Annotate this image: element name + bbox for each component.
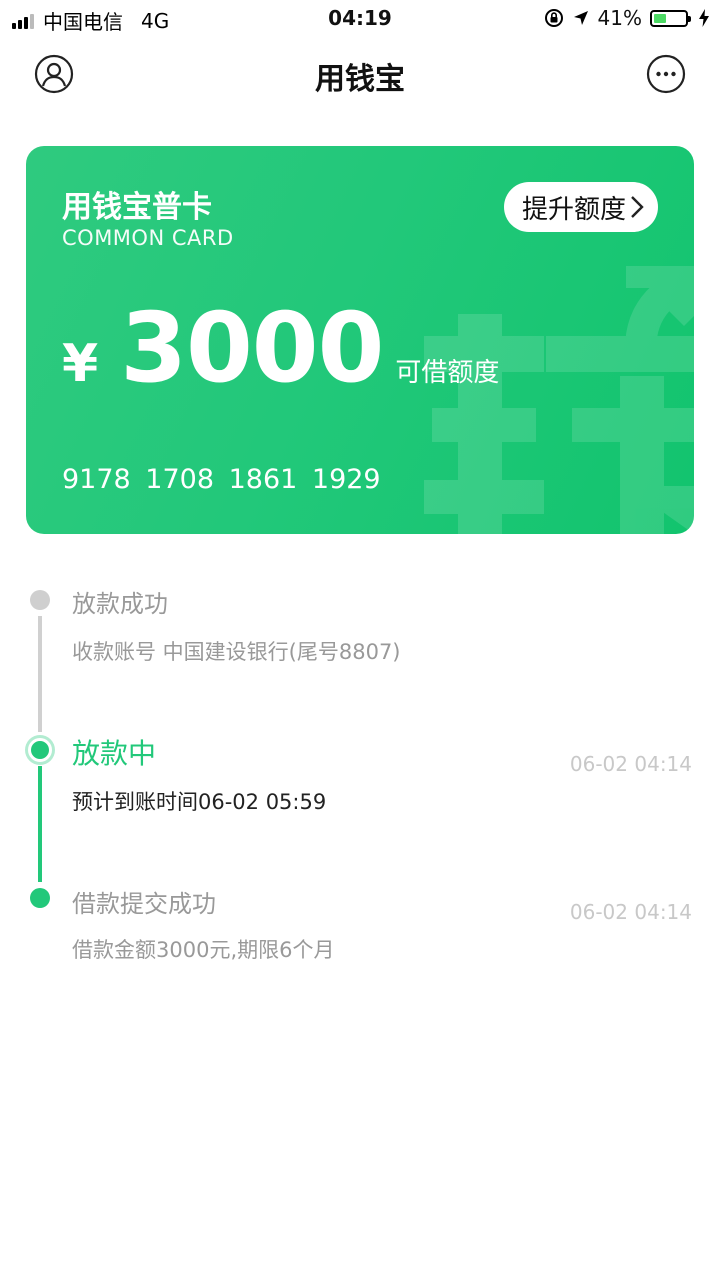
timeline-step-title: 放款成功	[72, 590, 168, 618]
battery-fill	[654, 13, 667, 23]
timeline-step-title: 放款中	[72, 737, 157, 770]
card-name: 用钱宝普卡	[62, 190, 212, 225]
timeline-connector	[38, 616, 42, 732]
battery-icon	[650, 9, 691, 27]
timeline-dot-icon	[30, 590, 50, 610]
timeline-current-dot-icon	[28, 738, 52, 762]
chevron-right-icon	[631, 196, 644, 218]
loan-status-timeline: 放款成功 收款账号 中国建设银行(尾号8807) 放款中 06-02 04:14…	[0, 570, 720, 990]
charging-bolt-icon	[699, 9, 709, 27]
page-title: 用钱宝	[315, 62, 405, 97]
timeline-connector	[38, 766, 42, 882]
nav-bar: 用钱宝	[0, 38, 720, 110]
card-subtitle: COMMON CARD	[62, 226, 234, 250]
battery-percent: 41%	[597, 6, 642, 30]
location-arrow-icon	[573, 11, 588, 25]
raise-limit-label: 提升额度	[521, 194, 626, 225]
orientation-lock-icon	[544, 9, 563, 27]
timeline-step-desc: 预计到账时间06-02 05:59	[72, 790, 327, 814]
credit-amount-row: ¥ 3000 可借额度	[62, 292, 499, 404]
timeline-step-desc: 收款账号 中国建设银行(尾号8807)	[72, 640, 401, 664]
timeline-step-time: 06-02 04:14	[569, 752, 692, 776]
status-bar: 中国电信 4G 04:19 41%	[0, 0, 720, 38]
more-options-button[interactable]	[646, 54, 686, 94]
raise-limit-button[interactable]: 提升额度	[503, 182, 658, 232]
timeline-step-time: 06-02 04:14	[569, 900, 692, 924]
credit-amount-label: 可借额度	[395, 358, 500, 388]
credit-amount: 3000	[120, 292, 384, 404]
timeline-dot-icon	[30, 888, 50, 908]
card-number: 9178 1708 1861 1929	[62, 464, 381, 495]
timeline-step-desc: 借款金额3000元,期限6个月	[72, 938, 335, 962]
more-options-icon	[646, 54, 686, 94]
credit-card: 用钱宝普卡 COMMON CARD 提升额度 ¥ 3000 可借额度 9178 …	[26, 146, 694, 534]
currency-symbol: ¥	[62, 334, 99, 394]
timeline-step-title: 借款提交成功	[72, 890, 216, 918]
status-right: 41%	[536, 6, 710, 30]
